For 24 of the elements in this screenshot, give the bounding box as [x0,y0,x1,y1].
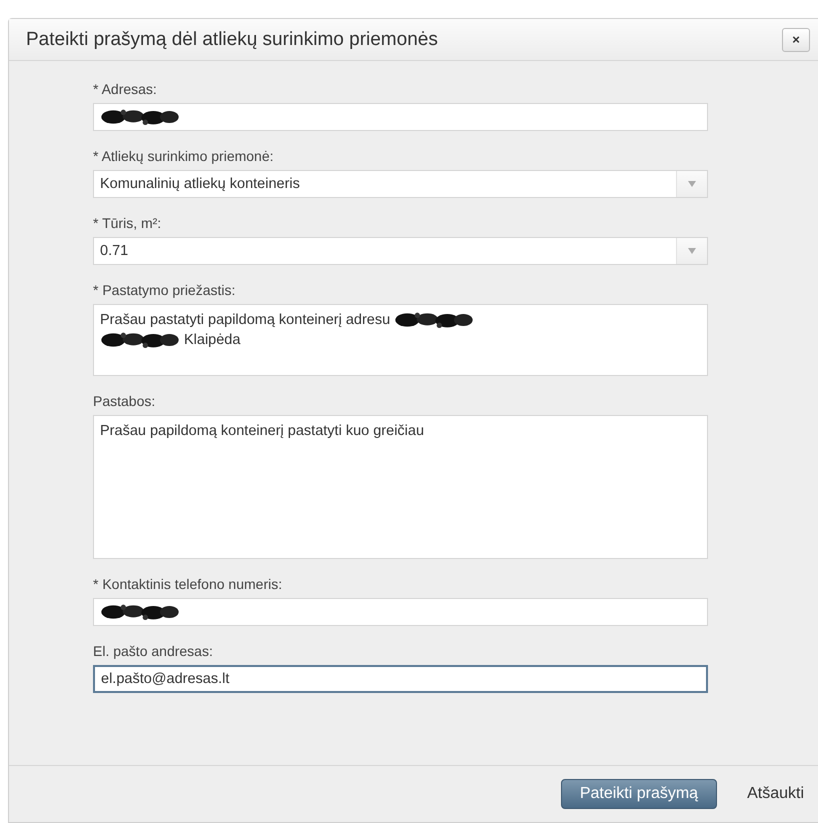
input-field[interactable] [93,103,708,131]
field-label: * Adresas: [93,81,158,97]
text-area[interactable]: Prašau papildomą konteinerį pastatyti kuo greičiau [93,415,708,559]
submit-button[interactable]: Pateikti prašymą [560,779,718,809]
dropdown-field[interactable]: 0.71 [93,237,708,265]
field-label: * Tūris, m²: [93,215,162,231]
input-field[interactable] [93,598,708,626]
dialog-title: Pateikti prašymą dėl atliekų surinkimo priemonės [26,28,438,50]
field-value: 0.71 [100,243,128,259]
field-value: Prašau papildomą konteinerį pastatyti kuo greičiau [100,423,424,439]
close-button[interactable]: × [782,28,810,52]
field-value: Prašau pastatyti papildomą konteinerį adresu [100,312,390,328]
field-value: Komunalinių atliekų konteineris [100,176,300,192]
field-label: El. pašto andresas: [93,643,214,659]
field-value: Klaipėda [184,332,240,348]
field-value: el.pašto@adresas.lt [101,671,230,687]
field-label: * Atliekų surinkimo priemonė: [93,148,275,164]
cancel-button[interactable]: Atšaukti [747,785,804,803]
field-label: Pastabos: [93,393,156,409]
text-area[interactable]: Prašau pastatyti papildomą konteinerį adresu Klaipėda [93,304,708,376]
field-label: * Pastatymo priežastis: [93,282,236,298]
input-field[interactable]: el.pašto@adresas.lt [93,665,708,693]
field-label: * Kontaktinis telefono numeris: [93,576,284,592]
dropdown-field[interactable]: Komunalinių atliekų konteineris [93,170,708,198]
